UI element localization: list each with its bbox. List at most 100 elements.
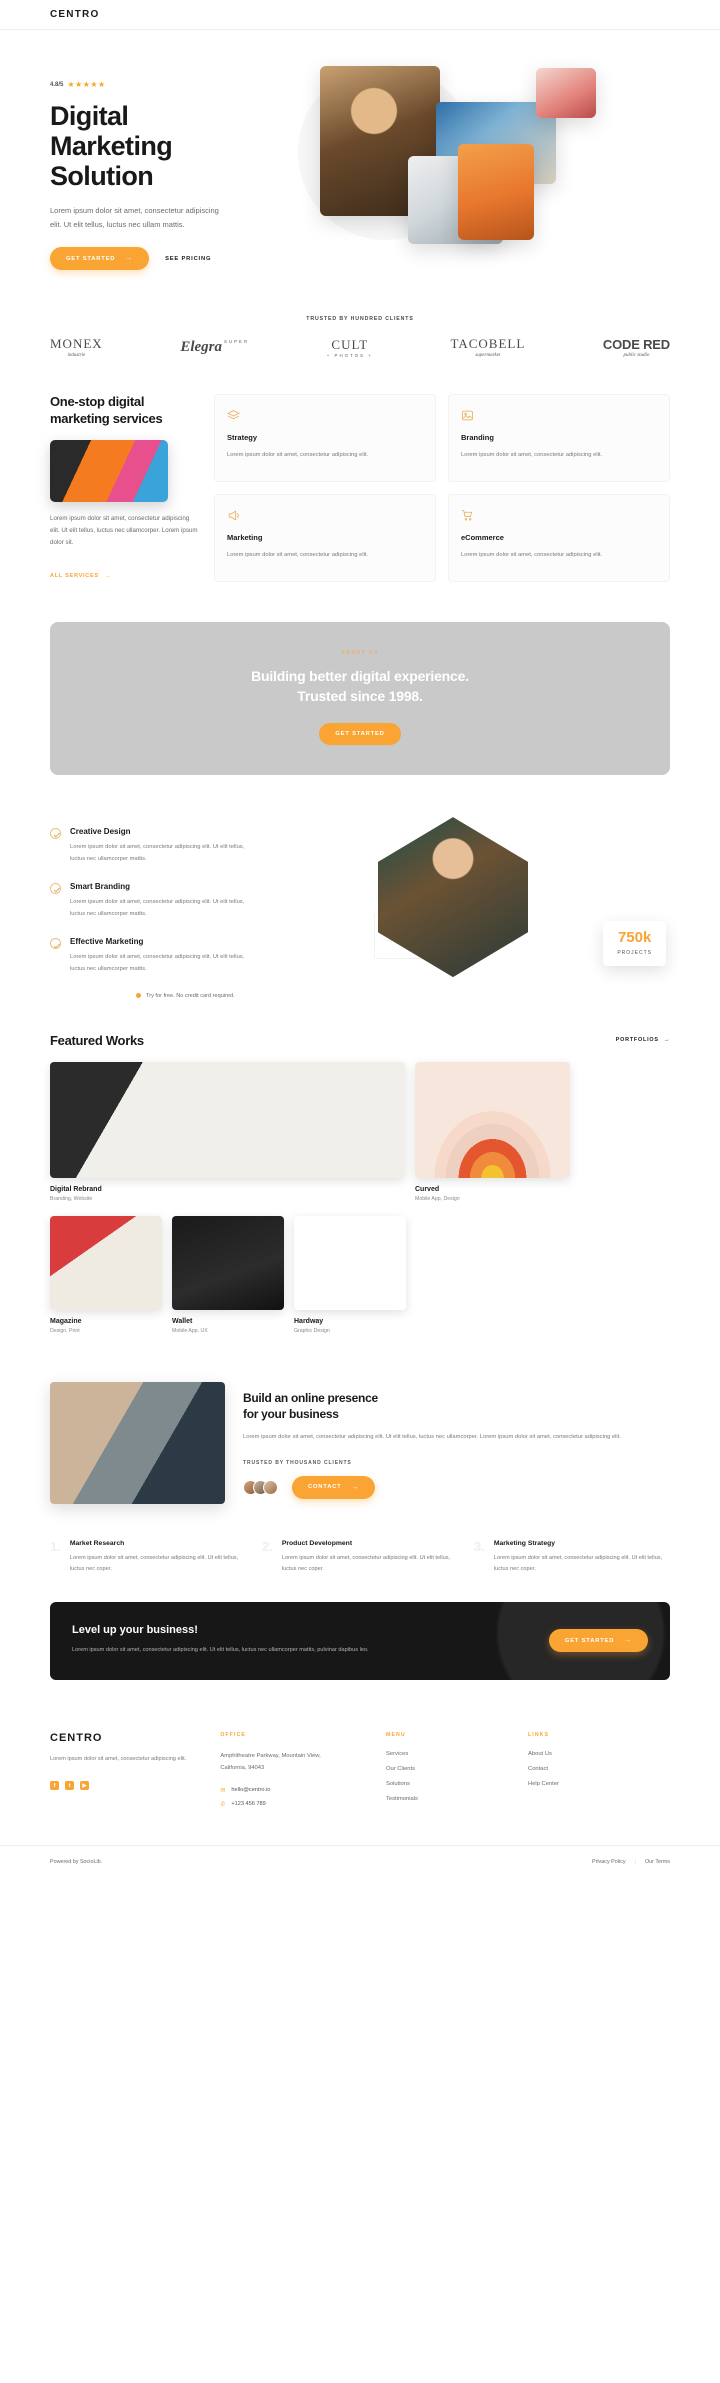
- client-logo-tacobell: TACOBELL supermarket: [450, 336, 525, 358]
- client-logo-codered-tag: public studio: [623, 352, 650, 358]
- footer-brand-block: CENTRO Lorem ipsum dolor sit amet, conse…: [50, 1732, 220, 1815]
- privacy-policy-link[interactable]: Privacy Policy: [592, 1859, 626, 1865]
- footer-menu-item-solutions[interactable]: Solutions: [386, 1781, 528, 1787]
- client-logo-cult-name: CULT: [331, 336, 369, 352]
- step-product-development: 2. Product Development Lorem ipsum dolor…: [262, 1540, 458, 1575]
- footer-link-contact[interactable]: Contact: [528, 1766, 670, 1772]
- step-marketing-strategy: 3. Marketing Strategy Lorem ipsum dolor …: [474, 1540, 670, 1575]
- step-number: 2.: [262, 1538, 273, 1554]
- feature-item-effective-marketing: Effective Marketing Lorem ipsum dolor si…: [50, 937, 350, 975]
- banner-heading-line-2: Trusted since 1998.: [297, 687, 423, 704]
- levelup-get-started-button[interactable]: GET STARTED →: [548, 1629, 648, 1653]
- client-logo-monex-name: MONEX: [50, 336, 103, 352]
- services-intro: One-stop digital marketing services Lore…: [50, 394, 200, 581]
- service-text: Lorem ipsum dolor sit amet, consectetur …: [461, 551, 603, 558]
- check-circle-icon: [50, 828, 61, 840]
- hero-photo-phone-app: [458, 144, 534, 240]
- work-title: Digital Rebrand: [50, 1185, 102, 1193]
- client-logo-elegra-name: Elegra: [180, 338, 222, 355]
- footer-links-heading: LINKS: [528, 1732, 550, 1739]
- client-logo-row: MONEX industrie Elegra SUPER CULT + PHOT…: [50, 336, 670, 358]
- logo-centro[interactable]: CENTRO: [50, 9, 99, 20]
- service-card-branding[interactable]: Branding Lorem ipsum dolor sit amet, con…: [448, 394, 670, 482]
- phone-icon: ✆: [220, 1801, 226, 1808]
- see-pricing-link[interactable]: SEE PRICING: [165, 256, 211, 262]
- social-links: f t ▶: [50, 1781, 220, 1791]
- work-category: Mobile App, Design: [415, 1195, 460, 1202]
- footer-link-about-us[interactable]: About Us: [528, 1751, 670, 1757]
- services-card-grid: Strategy Lorem ipsum dolor sit amet, con…: [214, 394, 670, 582]
- presence-photo: [50, 1381, 225, 1504]
- footer-tagline: Lorem ipsum dolor sit amet, consectetur …: [50, 1756, 187, 1763]
- about-banner: ABOUT US Building better digital experie…: [50, 621, 670, 776]
- portfolios-link[interactable]: PORTFOLIOS →: [616, 1037, 670, 1043]
- work-card-wallet[interactable]: Wallet Mobile App, UX: [172, 1215, 284, 1334]
- footer-menu-item-our-clients[interactable]: Our Clients: [386, 1766, 528, 1772]
- service-card-marketing[interactable]: Marketing Lorem ipsum dolor sit amet, co…: [214, 493, 436, 582]
- banner-eyebrow: ABOUT US: [341, 649, 379, 656]
- client-logo-codered: CODE RED public studio: [603, 337, 670, 358]
- works-row-1: Digital Rebrand Branding, Website Curved…: [50, 1061, 670, 1202]
- client-logo-monex-tag: industrie: [67, 353, 86, 359]
- arrow-right-icon: →: [624, 1637, 632, 1645]
- footer-logo[interactable]: CENTRO: [50, 1732, 220, 1744]
- service-card-ecommerce[interactable]: eCommerce Lorem ipsum dolor sit amet, co…: [448, 493, 670, 582]
- work-card-digital-rebrand[interactable]: Digital Rebrand Branding, Website: [50, 1061, 405, 1202]
- client-logo-elegra: Elegra SUPER: [180, 339, 249, 356]
- feature-title: Effective Marketing: [70, 937, 144, 947]
- service-text: Lorem ipsum dolor sit amet, consectetur …: [227, 551, 369, 558]
- projects-stat-number: 750k: [617, 929, 652, 947]
- work-card-hardway[interactable]: Hardway Graphic Design: [294, 1215, 406, 1334]
- featured-works-section: Featured Works PORTFOLIOS → Digital Rebr…: [0, 1023, 720, 1368]
- footer-office-address: Amphitheatre Parkway, Mountain View, Cal…: [220, 1753, 321, 1771]
- client-logo-elegra-super: SUPER: [223, 338, 250, 344]
- youtube-icon[interactable]: ▶: [80, 1781, 89, 1791]
- levelup-copy: Level up your business! Lorem ipsum dolo…: [72, 1624, 369, 1656]
- facebook-icon[interactable]: f: [50, 1781, 59, 1791]
- free-trial-note-text: Try for free. No credit card required.: [146, 992, 235, 999]
- star-rating-icon: ★★★★★: [67, 80, 106, 89]
- work-category: Mobile App, UX: [172, 1327, 208, 1334]
- twitter-icon[interactable]: t: [65, 1781, 74, 1791]
- step-market-research: 1. Market Research Lorem ipsum dolor sit…: [50, 1540, 246, 1575]
- works-header: Featured Works PORTFOLIOS →: [50, 1033, 670, 1048]
- step-text: Lorem ipsum dolor sit amet, consectetur …: [69, 1554, 239, 1572]
- free-trial-note: Try for free. No credit card required.: [136, 993, 350, 999]
- feature-list: Creative Design Lorem ipsum dolor sit am…: [50, 817, 350, 999]
- footer-link-help-center[interactable]: Help Center: [528, 1781, 670, 1787]
- arrow-right-icon: →: [351, 1483, 360, 1491]
- step-number: 1.: [50, 1538, 61, 1554]
- all-services-link[interactable]: ALL SERVICES →: [50, 573, 111, 579]
- online-presence-section: Build an online presence for your busine…: [0, 1368, 720, 1524]
- step-number: 3.: [474, 1538, 485, 1554]
- banner-get-started-button[interactable]: GET STARTED: [319, 723, 401, 746]
- get-started-button[interactable]: GET STARTED →: [50, 247, 150, 271]
- hero-actions: GET STARTED → SEE PRICING: [50, 247, 300, 271]
- step-text: Lorem ipsum dolor sit amet, consectetur …: [493, 1554, 663, 1572]
- service-card-strategy[interactable]: Strategy Lorem ipsum dolor sit amet, con…: [214, 394, 436, 482]
- footer-phone-row[interactable]: ✆ +123 456 789: [220, 1801, 386, 1808]
- contact-button[interactable]: CONTACT →: [292, 1475, 376, 1499]
- footer-menu-item-services[interactable]: Services: [386, 1751, 528, 1757]
- about-banner-section: ABOUT US Building better digital experie…: [0, 608, 720, 802]
- client-logo-cult: CULT + PHOTOS +: [327, 337, 373, 358]
- service-text: Lorem ipsum dolor sit amet, consectetur …: [461, 452, 603, 459]
- check-circle-icon: [50, 883, 61, 895]
- work-thumbnail: [294, 1215, 406, 1310]
- work-card-curved[interactable]: Curved Mobile App, Design: [415, 1061, 570, 1202]
- mail-icon: ✉: [220, 1787, 226, 1794]
- client-logo-tacobell-name: TACOBELL: [450, 336, 526, 352]
- work-category: Branding, Website: [50, 1195, 93, 1202]
- arrow-right-icon: →: [125, 255, 134, 263]
- work-card-magazine[interactable]: Magazine Design, Print: [50, 1215, 162, 1334]
- divider: |: [634, 1858, 636, 1865]
- footer-email-row[interactable]: ✉ hello@centro.io: [220, 1787, 386, 1794]
- hero-image-collage: [298, 60, 670, 244]
- service-title: eCommerce: [461, 532, 504, 542]
- client-avatars: [243, 1479, 278, 1495]
- footer-menu-item-testimonials[interactable]: Testimonials: [386, 1796, 528, 1802]
- feature-text: Lorem ipsum dolor sit amet, consectetur …: [70, 844, 245, 862]
- arrow-right-icon: →: [663, 1037, 670, 1044]
- terms-link[interactable]: Our Terms: [645, 1859, 670, 1865]
- feature-text: Lorem ipsum dolor sit amet, consectetur …: [70, 954, 245, 973]
